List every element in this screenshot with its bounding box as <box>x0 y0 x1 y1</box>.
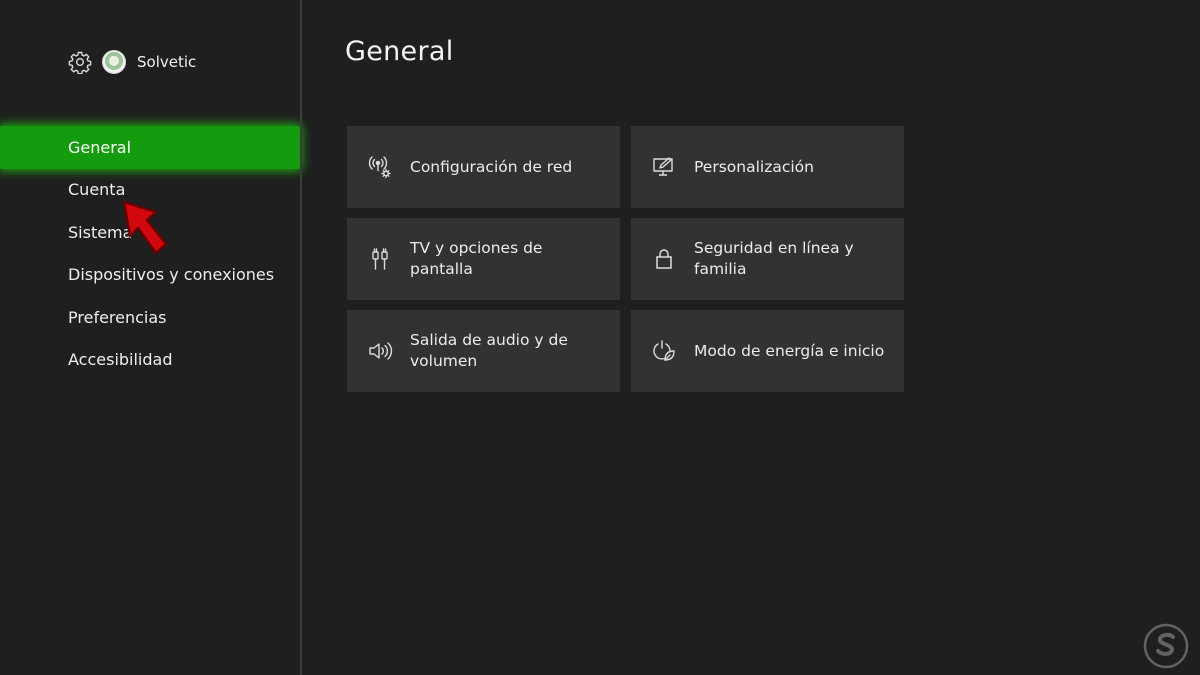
avatar[interactable] <box>102 50 126 74</box>
tile-label: Personalización <box>694 157 814 176</box>
tile-power-mode[interactable]: Modo de energía e inicio <box>631 310 904 392</box>
power-leaf-icon <box>651 338 677 364</box>
network-settings-icon <box>367 154 393 180</box>
personalization-icon <box>651 154 677 180</box>
red-pointer-arrow-icon <box>122 200 168 255</box>
tile-audio-output[interactable]: Salida de audio y de volumen <box>347 310 620 392</box>
sidebar-item-preferencias[interactable]: Preferencias <box>0 296 300 339</box>
tile-tv-display[interactable]: TV y opciones de pantalla <box>347 218 620 300</box>
lock-icon <box>651 246 677 272</box>
tv-display-icon <box>367 246 393 272</box>
tile-label: Salida de audio y de volumen <box>410 331 568 370</box>
tile-network-settings[interactable]: Configuración de red <box>347 126 620 208</box>
gear-icon[interactable] <box>68 50 92 74</box>
tile-online-safety[interactable]: Seguridad en línea y familia <box>631 218 904 300</box>
solvetic-watermark-logo <box>1143 623 1189 669</box>
tile-label: TV y opciones de pantalla <box>410 239 543 278</box>
page-title: General <box>345 36 454 67</box>
tile-personalization[interactable]: Personalización <box>631 126 904 208</box>
settings-grid: Configuración de red Personalización TV … <box>347 126 904 392</box>
sidebar-item-general[interactable]: General <box>0 126 300 169</box>
profile-name[interactable]: Solvetic <box>137 53 196 71</box>
sidebar-item-accesibilidad[interactable]: Accesibilidad <box>0 339 300 382</box>
tile-label: Seguridad en línea y familia <box>694 239 854 278</box>
profile-header: Solvetic <box>68 49 196 75</box>
sidebar-item-dispositivos[interactable]: Dispositivos y conexiones <box>0 254 300 297</box>
tile-label: Modo de energía e inicio <box>694 341 885 360</box>
tile-label: Configuración de red <box>410 157 573 176</box>
speaker-icon <box>367 338 393 364</box>
sidebar: Solvetic General Cuenta Sistema Disposit… <box>0 0 300 675</box>
sidebar-divider <box>300 0 302 675</box>
